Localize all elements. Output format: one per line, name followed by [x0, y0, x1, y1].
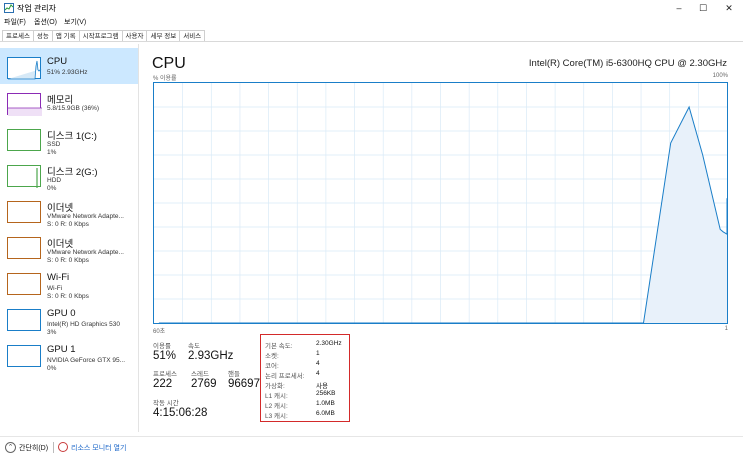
menu-bar: 파일(F) 옵션(O) 보기(V)	[0, 16, 743, 29]
title-bar: 작업 관리자 – ☐ ✕	[0, 0, 743, 16]
logical-processors-value: 4	[316, 370, 320, 377]
footer-divider	[53, 442, 54, 453]
chevron-up-icon[interactable]: ⌃	[5, 442, 16, 453]
sidebar-item-title: 이더넷	[47, 203, 74, 214]
sidebar-item-title: GPU 1	[47, 344, 76, 355]
x-axis-end: 1	[724, 326, 728, 332]
l3-cache-value: 6.0MB	[316, 410, 335, 417]
l2-cache-value: 1.0MB	[316, 400, 335, 407]
sidebar-item-disk-c[interactable]: 디스크 1(C:) SSD 1%	[0, 120, 138, 156]
speed-label: 속도	[188, 343, 200, 350]
processes-label: 프로세스	[153, 371, 177, 378]
l1-cache-label: L1 캐시:	[265, 393, 288, 400]
base-speed-value: 2.30GHz	[316, 340, 342, 347]
close-button[interactable]: ✕	[716, 1, 742, 15]
l2-cache-label: L2 캐시:	[265, 403, 288, 410]
sidebar-item-gpu-0[interactable]: GPU 0 Intel(R) HD Graphics 530 3%	[0, 300, 138, 336]
sidebar-item-sub2: 0%	[47, 185, 57, 192]
cpu-usage-graph	[153, 82, 728, 324]
sidebar-item-title: CPU	[47, 56, 68, 67]
network-thumbnail	[7, 273, 41, 295]
sidebar-item-gpu-1[interactable]: GPU 1 NVIDIA GeForce GTX 95... 0%	[0, 336, 138, 372]
speed-value: 2.93GHz	[188, 350, 234, 362]
sidebar-item-sub2: S: 0 R: 0 Kbps	[47, 257, 89, 264]
page-title: CPU	[152, 55, 186, 72]
sidebar-item-disk-g[interactable]: 디스크 2(G:) HDD 0%	[0, 156, 138, 192]
uptime-value: 4:15:06:28	[153, 407, 208, 419]
network-thumbnail	[7, 201, 41, 223]
sidebar-item-title: 디스크 1(C:)	[47, 131, 97, 142]
tab-divider	[0, 41, 743, 42]
fewer-details-link[interactable]: 간단히(D)	[19, 443, 48, 453]
cpu-model-name: Intel(R) Core(TM) i5-6300HQ CPU @ 2.30GH…	[528, 58, 727, 69]
sidebar-item-sub2: S: 0 R: 0 Kbps	[47, 293, 89, 300]
l1-cache-value: 256KB	[316, 390, 336, 397]
l3-cache-label: L3 캐시:	[265, 413, 288, 420]
y-axis-max: 100%	[712, 73, 728, 79]
sidebar-item-title: 이더넷	[47, 239, 74, 250]
sidebar-item-sub: Intel(R) HD Graphics 530	[47, 321, 120, 328]
sockets-value: 1	[316, 350, 320, 357]
sidebar-item-ethernet-1[interactable]: 이더넷 VMware Network Adapte... S: 0 R: 0 K…	[0, 192, 138, 228]
sidebar-item-ethernet-2[interactable]: 이더넷 VMware Network Adapte... S: 0 R: 0 K…	[0, 228, 138, 264]
sidebar-item-sub: VMware Network Adapte...	[47, 213, 124, 220]
disk-thumbnail	[7, 129, 41, 151]
memory-thumbnail	[7, 93, 42, 116]
sidebar-item-title: GPU 0	[47, 308, 76, 319]
sidebar-item-sub: NVIDIA GeForce GTX 95...	[47, 357, 126, 364]
sidebar-item-wifi[interactable]: Wi-Fi Wi-Fi S: 0 R: 0 Kbps	[0, 264, 138, 300]
cpu-thumbnail	[7, 57, 42, 80]
open-resource-monitor-link[interactable]: 리소스 모니터 열기	[71, 443, 126, 453]
sidebar-item-cpu[interactable]: CPU 51% 2.93GHz	[0, 48, 138, 84]
cores-label: 코어:	[265, 363, 279, 370]
sidebar-item-sub: SSD	[47, 141, 61, 148]
sidebar-item-sub2: 1%	[47, 149, 57, 156]
uptime-label: 작동 시간	[153, 400, 179, 407]
virtualization-label: 가상화:	[265, 383, 285, 390]
footer-bar: ⌃ 간단히(D) 리소스 모니터 열기	[0, 436, 743, 459]
cpu-spec-panel: 기본 속도: 2.30GHz 소켓: 1 코어: 4 논리 프로세서: 4 가상…	[260, 334, 350, 422]
maximize-button[interactable]: ☐	[690, 1, 716, 15]
handles-value: 96697	[228, 378, 260, 390]
x-axis-start: 60초	[153, 329, 166, 335]
sidebar-item-sub: 51% 2.93GHz	[47, 69, 88, 76]
y-axis-label: % 이용률	[153, 76, 177, 82]
sidebar-item-sub: Wi-Fi	[47, 285, 63, 292]
utilization-label: 이용률	[153, 343, 171, 350]
sidebar-item-sub: VMware Network Adapte...	[47, 249, 124, 256]
menu-file[interactable]: 파일(F)	[4, 17, 26, 27]
sidebar-item-title: 메모리	[47, 95, 74, 106]
resource-monitor-icon	[58, 442, 68, 452]
sidebar-item-memory[interactable]: 메모리 5.8/15.9GB (36%)	[0, 84, 138, 120]
sockets-label: 소켓:	[265, 353, 279, 360]
sidebar-item-sub2: S: 0 R: 0 Kbps	[47, 221, 89, 228]
menu-options[interactable]: 옵션(O)	[34, 17, 57, 27]
processes-value: 222	[153, 378, 173, 390]
window-title: 작업 관리자	[17, 4, 57, 13]
handles-label: 핸들	[228, 371, 240, 378]
sidebar-item-title: Wi-Fi	[47, 272, 70, 283]
graph-grid	[154, 83, 727, 323]
sidebar-item-sub: HDD	[47, 177, 62, 184]
sidebar-item-sub2: 0%	[47, 365, 57, 372]
base-speed-label: 기본 속도:	[265, 343, 293, 350]
cpu-usage-line	[158, 105, 727, 323]
minimize-button[interactable]: –	[666, 1, 692, 15]
gpu-thumbnail	[7, 309, 41, 331]
menu-view[interactable]: 보기(V)	[64, 17, 86, 27]
disk-thumbnail	[7, 165, 41, 188]
gpu-thumbnail	[7, 345, 41, 367]
cores-value: 4	[316, 360, 320, 367]
utilization-value: 51%	[153, 350, 177, 362]
threads-label: 스레드	[191, 371, 209, 378]
task-manager-icon	[4, 3, 14, 13]
resource-sidebar: CPU 51% 2.93GHz 메모리 5.8/15.9GB (36%) 디스크…	[0, 44, 139, 432]
sidebar-item-sub2: 3%	[47, 329, 57, 336]
sidebar-item-title: 디스크 2(G:)	[47, 167, 98, 178]
network-thumbnail	[7, 237, 41, 259]
threads-value: 2769	[191, 378, 217, 390]
logical-processors-label: 논리 프로세서:	[265, 373, 305, 380]
sidebar-item-sub: 5.8/15.9GB (36%)	[47, 105, 100, 112]
virtualization-value: 사용	[316, 383, 328, 390]
